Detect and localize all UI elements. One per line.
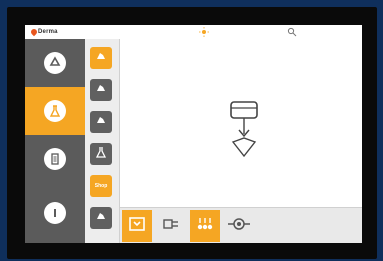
flask-icon (44, 100, 66, 122)
hand-icon (94, 49, 108, 68)
main-content (120, 39, 362, 217)
pump-icon (227, 215, 251, 238)
bottom-item-plug[interactable] (156, 210, 186, 242)
app-screen: Derma Shop (25, 25, 362, 243)
sidebar-item-flask[interactable] (25, 87, 85, 135)
hand-icon (94, 81, 108, 100)
plug-icon (160, 215, 182, 238)
bottom-item-tray[interactable] (122, 210, 152, 242)
sidebar-item-recycle[interactable] (25, 39, 85, 87)
tool-item-3[interactable] (90, 111, 112, 133)
hand-icon (94, 209, 108, 228)
sidebar-item-list[interactable] (25, 135, 85, 183)
search-icon[interactable] (287, 27, 297, 37)
sun-icon[interactable] (199, 27, 209, 37)
info-icon (44, 202, 66, 224)
sidebar-item-info[interactable] (25, 189, 85, 237)
tool-column: Shop (85, 39, 120, 243)
list-icon (44, 148, 66, 170)
tool-item-2[interactable] (90, 79, 112, 101)
brand-logo: Derma (29, 27, 58, 37)
bottom-item-droplets[interactable] (190, 210, 220, 242)
tool-item-shop[interactable]: Shop (90, 175, 112, 197)
tool-item-4[interactable] (90, 143, 112, 165)
hand-icon (94, 113, 108, 132)
tool-item-6[interactable] (90, 207, 112, 229)
brand-name: Derma (38, 29, 58, 35)
main-sidebar (25, 39, 85, 243)
tool-item-1[interactable] (90, 47, 112, 69)
tray-icon (127, 215, 147, 238)
bottom-item-pump[interactable] (224, 210, 254, 242)
top-bar: Derma (25, 25, 362, 40)
droplets-icon (194, 215, 216, 238)
dispense-icon (227, 94, 261, 171)
bottom-toolbar (120, 207, 362, 243)
logo-mark-icon (29, 27, 39, 37)
recycle-icon (44, 52, 66, 74)
flask-icon (94, 145, 108, 164)
